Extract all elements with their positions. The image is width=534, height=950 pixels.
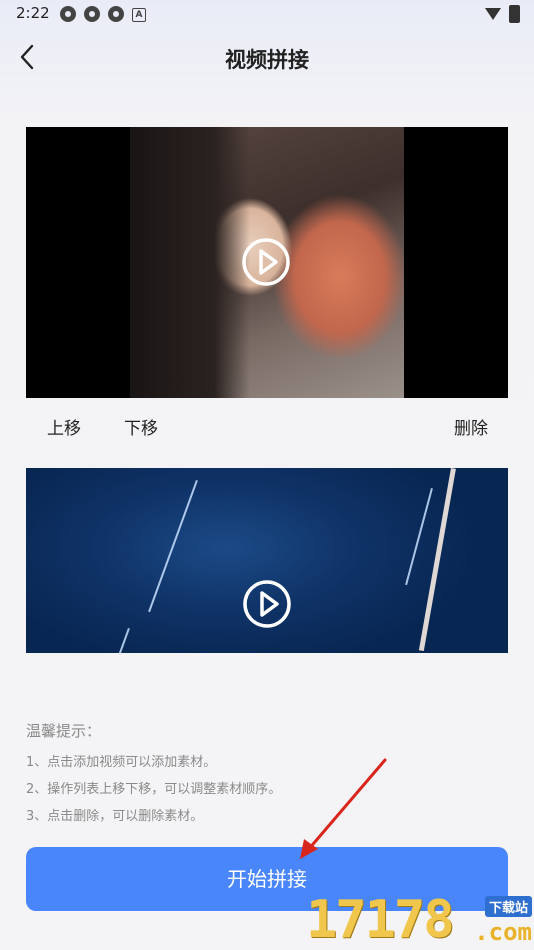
tip-line: 2、操作列表上移下移，可以调整素材顺序。 xyxy=(26,782,282,797)
video-actions: 上移 下移 删除 xyxy=(26,414,508,440)
red-arrow-annotation xyxy=(300,758,387,859)
battery-icon xyxy=(509,5,520,23)
notification-icons: A xyxy=(60,6,146,22)
move-down-button[interactable]: 下移 xyxy=(124,414,158,439)
app-notification-icon xyxy=(84,6,100,22)
a-notification-icon: A xyxy=(132,8,146,22)
tips-section: 温馨提示： 1、点击添加视频可以添加素材。 2、操作列表上移下移，可以调整素材顺… xyxy=(26,720,506,832)
wifi-icon xyxy=(485,8,501,20)
video-item[interactable] xyxy=(26,468,508,653)
move-up-button[interactable]: 上移 xyxy=(47,414,81,439)
play-icon[interactable] xyxy=(242,579,292,629)
watermark-suffix: .com xyxy=(474,918,532,946)
watermark-tag: 下载站 xyxy=(484,896,532,917)
play-icon[interactable] xyxy=(241,237,291,287)
system-icons xyxy=(485,5,520,23)
tips-title: 温馨提示： xyxy=(26,722,102,740)
app-notification-icon xyxy=(108,6,124,22)
video-item[interactable] xyxy=(26,127,508,398)
header: 视频拼接 xyxy=(0,28,534,88)
watermark-logo: 17178 下载站 .com xyxy=(306,888,534,950)
status-time: 2:22 xyxy=(16,4,50,22)
tip-line: 1、点击添加视频可以添加素材。 xyxy=(26,755,217,770)
status-bar: 2:22 A xyxy=(0,0,534,28)
page-title: 视频拼接 xyxy=(225,48,309,72)
app-notification-icon xyxy=(60,6,76,22)
tip-line: 3、点击删除，可以删除素材。 xyxy=(26,809,204,824)
watermark-digits: 17178 xyxy=(306,890,455,950)
delete-button[interactable]: 删除 xyxy=(454,414,488,439)
